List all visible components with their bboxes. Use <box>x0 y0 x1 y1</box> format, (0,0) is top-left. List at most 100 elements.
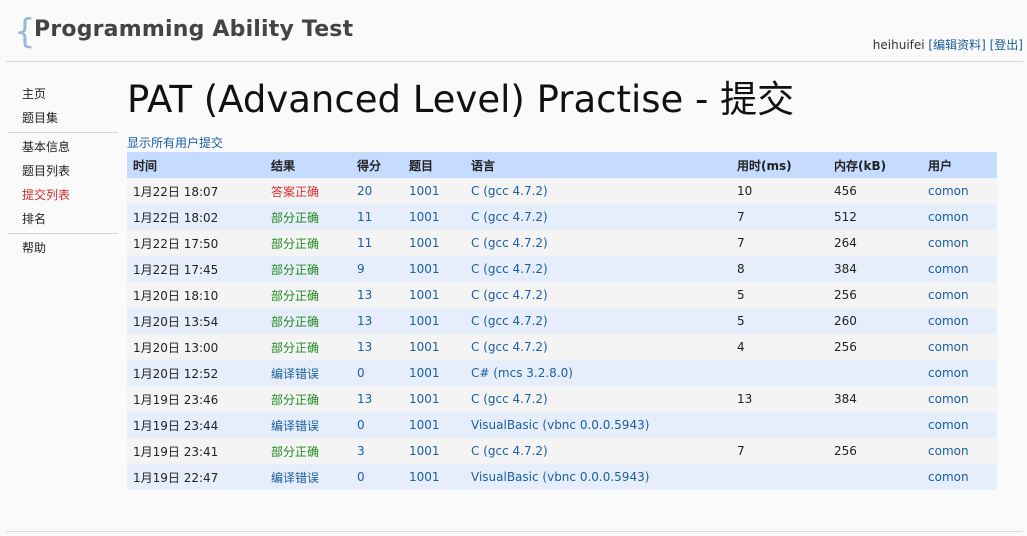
cell-problem-link[interactable]: 1001 <box>409 418 440 432</box>
cell-time-text: 1月19日 23:46 <box>133 392 219 407</box>
edit-profile-link[interactable]: [编辑资料] <box>928 38 985 52</box>
cell-memory <box>828 412 922 438</box>
cell-language-link[interactable]: C# (mcs 3.2.8.0) <box>471 366 573 380</box>
cell-result-link[interactable]: 部分正确 <box>271 211 319 225</box>
cell-time-ms-text: 5 <box>737 314 745 328</box>
cell-score-link[interactable]: 20 <box>357 184 372 198</box>
cell-language-link[interactable]: VisualBasic (vbnc 0.0.0.5943) <box>471 470 649 484</box>
sidebar-item[interactable]: 题目集 <box>8 106 118 130</box>
cell-score-link[interactable]: 13 <box>357 340 372 354</box>
cell-language-link[interactable]: C (gcc 4.7.2) <box>471 210 548 224</box>
cell-score-link[interactable]: 11 <box>357 210 372 224</box>
sidebar-item[interactable]: 题目列表 <box>8 159 118 183</box>
cell-score: 0 <box>351 464 403 490</box>
table-row: 1月22日 18:02 部分正确 11 1001 C (gcc 4.7.2) 7 512 co… <box>127 204 997 230</box>
cell-score-link[interactable]: 13 <box>357 392 372 406</box>
cell-time-ms-text: 5 <box>737 288 745 302</box>
logout-link[interactable]: [登出] <box>990 38 1023 52</box>
col-header-time-ms: 用时(ms) <box>731 152 828 178</box>
cell-language-link[interactable]: VisualBasic (vbnc 0.0.0.5943) <box>471 418 649 432</box>
cell-problem-link[interactable]: 1001 <box>409 340 440 354</box>
cell-user-link[interactable]: comon <box>928 184 969 198</box>
cell-problem-link[interactable]: 1001 <box>409 314 440 328</box>
cell-user-link[interactable]: comon <box>928 366 969 380</box>
cell-problem-link[interactable]: 1001 <box>409 288 440 302</box>
cell-result-link[interactable]: 部分正确 <box>271 315 319 329</box>
cell-user-link[interactable]: comon <box>928 288 969 302</box>
cell-score-link[interactable]: 0 <box>357 418 365 432</box>
cell-result-link[interactable]: 部分正确 <box>271 393 319 407</box>
cell-score-link[interactable]: 0 <box>357 470 365 484</box>
sidebar-item[interactable]: 帮助 <box>8 236 118 260</box>
cell-user-link[interactable]: comon <box>928 314 969 328</box>
cell-user-link[interactable]: comon <box>928 444 969 458</box>
cell-user-link[interactable]: comon <box>928 340 969 354</box>
cell-user: comon <box>922 308 997 334</box>
cell-time-ms-text: 4 <box>737 340 745 354</box>
cell-problem-link[interactable]: 1001 <box>409 210 440 224</box>
cell-language-link[interactable]: C (gcc 4.7.2) <box>471 444 548 458</box>
cell-user-link[interactable]: comon <box>928 236 969 250</box>
cell-score-link[interactable]: 13 <box>357 288 372 302</box>
cell-language-link[interactable]: C (gcc 4.7.2) <box>471 288 548 302</box>
cell-memory-text: 456 <box>834 184 857 198</box>
cell-language-link[interactable]: C (gcc 4.7.2) <box>471 262 548 276</box>
sidebar-item[interactable]: 基本信息 <box>8 135 118 159</box>
cell-user-link[interactable]: comon <box>928 418 969 432</box>
cell-time: 1月19日 23:41 <box>127 438 265 464</box>
sidebar-item[interactable]: 提交列表 <box>8 183 118 207</box>
cell-result: 部分正确 <box>265 438 351 464</box>
cell-score-link[interactable]: 9 <box>357 262 365 276</box>
cell-language: C (gcc 4.7.2) <box>465 256 731 282</box>
cell-problem-link[interactable]: 1001 <box>409 184 440 198</box>
cell-user-link[interactable]: comon <box>928 470 969 484</box>
cell-language-link[interactable]: C (gcc 4.7.2) <box>471 340 548 354</box>
cell-problem: 1001 <box>403 282 465 308</box>
cell-problem-link[interactable]: 1001 <box>409 470 440 484</box>
col-header-language: 语言 <box>465 152 731 178</box>
cell-language-link[interactable]: C (gcc 4.7.2) <box>471 184 548 198</box>
cell-time-text: 1月20日 13:00 <box>133 340 219 355</box>
cell-language-link[interactable]: C (gcc 4.7.2) <box>471 314 548 328</box>
cell-result-link[interactable]: 编译错误 <box>271 471 319 485</box>
table-row: 1月20日 12:52 编译错误 0 1001 C# (mcs 3.2.8.0) como… <box>127 360 997 386</box>
cell-language-link[interactable]: C (gcc 4.7.2) <box>471 392 548 406</box>
cell-result-link[interactable]: 编译错误 <box>271 419 319 433</box>
cell-result-link[interactable]: 部分正确 <box>271 289 319 303</box>
cell-time-ms-text: 7 <box>737 210 745 224</box>
cell-score-link[interactable]: 11 <box>357 236 372 250</box>
cell-time-text: 1月22日 18:02 <box>133 210 219 225</box>
table-row: 1月19日 23:41 部分正确 3 1001 C (gcc 4.7.2) 7 256 com… <box>127 438 997 464</box>
cell-user-link[interactable]: comon <box>928 210 969 224</box>
cell-result-link[interactable]: 编译错误 <box>271 367 319 381</box>
cell-result-link[interactable]: 部分正确 <box>271 237 319 251</box>
cell-score: 20 <box>351 178 403 204</box>
cell-score-link[interactable]: 13 <box>357 314 372 328</box>
cell-user: comon <box>922 204 997 230</box>
sidebar-item[interactable]: 主页 <box>8 82 118 106</box>
cell-language-link[interactable]: C (gcc 4.7.2) <box>471 236 548 250</box>
cell-result-link[interactable]: 部分正确 <box>271 341 319 355</box>
show-all-submissions-link[interactable]: 显示所有用户提交 <box>127 134 223 151</box>
site-title[interactable]: Programming Ability Test <box>34 17 353 42</box>
cell-result-link[interactable]: 部分正确 <box>271 445 319 459</box>
cell-memory-text: 384 <box>834 392 857 406</box>
cell-problem-link[interactable]: 1001 <box>409 236 440 250</box>
table-row: 1月19日 23:46 部分正确 13 1001 C (gcc 4.7.2) 13 384 c… <box>127 386 997 412</box>
cell-user-link[interactable]: comon <box>928 392 969 406</box>
cell-score-link[interactable]: 3 <box>357 444 365 458</box>
sidebar-item[interactable]: 排名 <box>8 207 118 231</box>
cell-problem-link[interactable]: 1001 <box>409 262 440 276</box>
cell-memory: 456 <box>828 178 922 204</box>
cell-problem-link[interactable]: 1001 <box>409 444 440 458</box>
cell-memory: 256 <box>828 438 922 464</box>
cell-user-link[interactable]: comon <box>928 262 969 276</box>
cell-score-link[interactable]: 0 <box>357 366 365 380</box>
cell-result-link[interactable]: 部分正确 <box>271 263 319 277</box>
cell-problem-link[interactable]: 1001 <box>409 392 440 406</box>
cell-result-link[interactable]: 答案正确 <box>271 185 319 199</box>
table-header-row: 时间 结果 得分 题目 语言 用时(ms) 内存(kB) 用户 <box>127 152 997 178</box>
cell-problem-link[interactable]: 1001 <box>409 366 440 380</box>
cell-user: comon <box>922 178 997 204</box>
cell-score: 3 <box>351 438 403 464</box>
